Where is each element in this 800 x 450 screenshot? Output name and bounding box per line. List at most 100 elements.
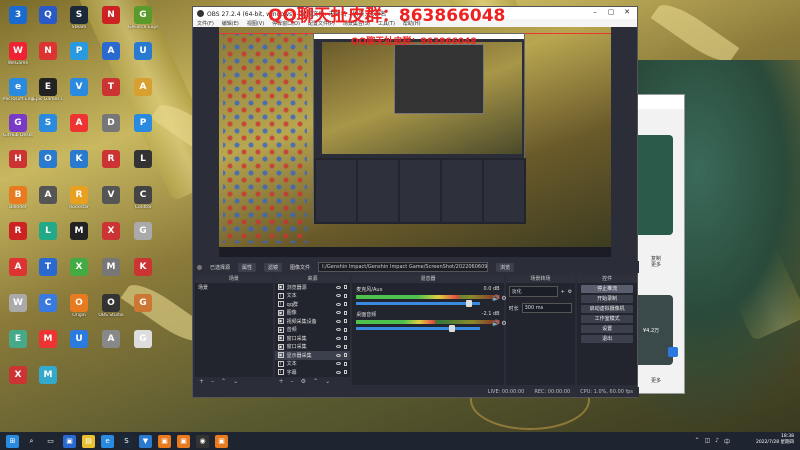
- source-item[interactable]: ▣ 窗口采集: [275, 334, 351, 343]
- desktop-icon[interactable]: GGitHub Desktop: [3, 114, 33, 139]
- desktop-icon[interactable]: T: [96, 78, 126, 97]
- desktop-icon[interactable]: e Microsoft Edge: [3, 78, 33, 103]
- lock-icon[interactable]: [344, 319, 348, 324]
- filters-button[interactable]: 滤镜: [264, 262, 283, 272]
- source-item[interactable]: Tqq群: [275, 300, 351, 309]
- source-item[interactable]: T 文本: [275, 292, 351, 301]
- control-button[interactable]: 开始录制: [581, 295, 633, 303]
- menu-item[interactable]: 视图(V): [247, 20, 264, 27]
- start-icon[interactable]: ⊞: [6, 434, 19, 448]
- add-icon[interactable]: +: [279, 378, 284, 385]
- lock-icon[interactable]: [344, 370, 348, 375]
- desktop-icon[interactable]: A: [33, 186, 63, 205]
- eye-icon[interactable]: [336, 285, 342, 289]
- desktop-icon[interactable]: V: [64, 78, 94, 97]
- control-button[interactable]: 启动虚拟摄像机: [581, 305, 633, 313]
- desktop-icon[interactable]: B Blender: [3, 186, 33, 211]
- desktop-icon[interactable]: A: [96, 42, 126, 61]
- control-button[interactable]: 工作室模式: [581, 315, 633, 323]
- desktop-icon[interactable]: EEpic Games Launcher: [33, 78, 63, 103]
- obs-window[interactable]: OBS 27.2.4 (64-bit, windows) - 配置文件: 未命名…: [192, 6, 639, 398]
- desktop-icon[interactable]: C Control: [128, 186, 158, 211]
- desktop-icon[interactable]: A: [64, 114, 94, 133]
- menu-item[interactable]: 文件(F): [197, 20, 214, 27]
- eye-icon[interactable]: [336, 362, 342, 366]
- source-item[interactable]: ▣ 浏览器源: [275, 283, 351, 292]
- scene-item[interactable]: 场景: [195, 283, 273, 292]
- lock-icon[interactable]: [344, 361, 348, 366]
- gear-icon[interactable]: ⚙: [568, 289, 572, 295]
- desktop-icon[interactable]: GGeForce Experience: [128, 6, 158, 31]
- lock-icon[interactable]: [344, 327, 348, 332]
- properties-button[interactable]: 属性: [238, 262, 257, 272]
- source-item[interactable]: ▣ 图像: [275, 309, 351, 318]
- eye-icon[interactable]: [336, 311, 342, 315]
- lock-icon[interactable]: [344, 285, 348, 290]
- source-item[interactable]: ◉ 音频: [275, 326, 351, 335]
- desktop-icon[interactable]: L: [128, 150, 158, 169]
- lock-icon[interactable]: [344, 344, 348, 349]
- desktop-icon[interactable]: A: [96, 330, 126, 349]
- lock-icon[interactable]: [344, 302, 348, 307]
- desktop-icon[interactable]: W: [3, 294, 33, 313]
- app-5-icon[interactable]: ▼: [139, 434, 152, 448]
- desktop-icon[interactable]: P: [64, 42, 94, 61]
- eye-icon[interactable]: [336, 302, 342, 306]
- desktop-icon[interactable]: K: [64, 150, 94, 169]
- ime-icon[interactable]: 中: [724, 437, 730, 446]
- duration-field[interactable]: 300 ms: [521, 303, 573, 313]
- app-4-icon[interactable]: S: [120, 434, 133, 448]
- desktop-icon[interactable]: X: [3, 366, 33, 385]
- desktop-icon[interactable]: O OBS Studio: [96, 294, 126, 319]
- image-path-field[interactable]: I:/Genshin Impact/Genshin Impact Game/Sc…: [318, 262, 489, 272]
- desktop-icon[interactable]: R: [96, 150, 126, 169]
- lock-icon[interactable]: [344, 293, 348, 298]
- close-icon[interactable]: ✕: [619, 8, 635, 16]
- app-9-icon[interactable]: ▣: [215, 434, 228, 448]
- desktop-icon[interactable]: A: [128, 78, 158, 97]
- control-button[interactable]: 退出: [581, 335, 633, 343]
- desktop-icon[interactable]: G: [128, 330, 158, 349]
- desktop-icon[interactable]: M: [33, 330, 63, 349]
- app-3-icon[interactable]: e: [101, 434, 114, 448]
- search-icon[interactable]: ⌕: [25, 435, 38, 448]
- eye-icon[interactable]: [336, 319, 342, 323]
- chevron-up-icon[interactable]: ⌃: [694, 437, 699, 446]
- source-item[interactable]: ▣ 视频采集设备: [275, 317, 351, 326]
- eye-icon[interactable]: [336, 345, 342, 349]
- source-item[interactable]: T 字幕: [275, 368, 351, 377]
- eye-icon[interactable]: [336, 353, 342, 357]
- desktop-icon[interactable]: X: [64, 258, 94, 277]
- desktop-icon[interactable]: L: [33, 222, 63, 241]
- source-item[interactable]: ▣ 窗口采集: [275, 343, 351, 352]
- desktop-icon[interactable]: R: [3, 222, 33, 241]
- desktop-icon[interactable]: K: [128, 258, 158, 277]
- arrow-down-icon[interactable]: ⌄: [233, 378, 238, 385]
- minimize-icon[interactable]: –: [587, 8, 603, 16]
- browse-button[interactable]: 浏览: [496, 262, 515, 272]
- side-action-button[interactable]: [668, 347, 678, 357]
- desktop-icon[interactable]: M: [64, 222, 94, 241]
- desktop-icon[interactable]: N: [96, 6, 126, 25]
- add-icon[interactable]: +: [199, 378, 204, 385]
- desktop-icon[interactable]: N: [33, 42, 63, 61]
- speaker-icon[interactable]: 🔊: [492, 295, 499, 302]
- desktop-icon[interactable]: X: [96, 222, 126, 241]
- volume-slider-handle[interactable]: [465, 300, 472, 307]
- source-item[interactable]: T 文本: [275, 360, 351, 369]
- desktop-icon[interactable]: E: [3, 330, 33, 349]
- desktop-icon[interactable]: P: [128, 114, 158, 133]
- desktop-icon[interactable]: G: [128, 222, 158, 241]
- arrow-up-icon[interactable]: ⌃: [221, 378, 226, 385]
- volume-slider[interactable]: [356, 325, 480, 332]
- desktop-icon[interactable]: A: [3, 258, 33, 277]
- volume-icon[interactable]: ♪: [715, 437, 719, 446]
- menu-item[interactable]: 编辑(E): [222, 20, 239, 27]
- transition-type-select[interactable]: 淡化: [508, 286, 558, 297]
- desktop-icon[interactable]: V: [96, 186, 126, 205]
- desktop-icon[interactable]: S: [33, 114, 63, 133]
- desktop-icon[interactable]: R Rockstar: [64, 186, 94, 211]
- arrow-down-icon[interactable]: ⌄: [325, 378, 330, 385]
- volume-slider-handle[interactable]: [448, 325, 455, 332]
- eye-icon[interactable]: [336, 336, 342, 340]
